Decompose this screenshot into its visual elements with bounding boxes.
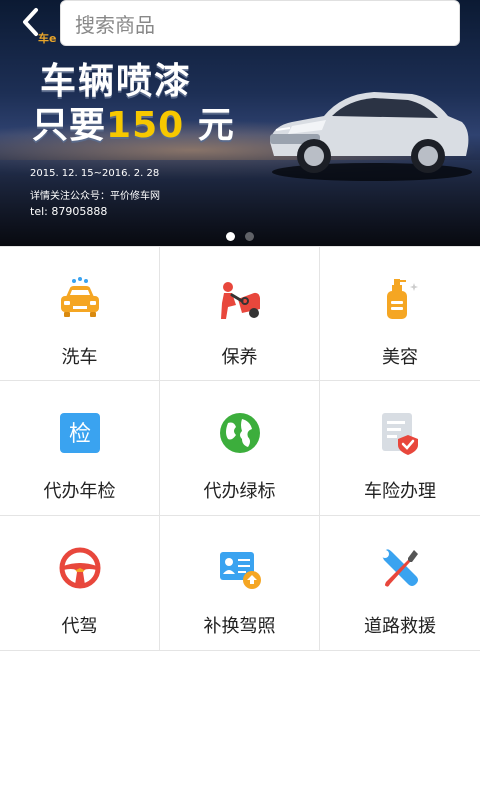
headline-suffix: 元	[184, 105, 235, 146]
service-label: 美容	[382, 347, 418, 368]
green-globe-icon	[219, 413, 260, 453]
service-maintenance[interactable]: 保养	[160, 247, 320, 380]
steering-wheel-icon	[59, 547, 100, 589]
license-card-icon	[219, 552, 261, 589]
service-beauty[interactable]: 美容	[320, 247, 480, 380]
service-road-rescue[interactable]: 道路救援	[320, 516, 480, 650]
headline-price: 150	[106, 105, 185, 146]
service-annual-inspection[interactable]: 检 代办年检	[0, 381, 160, 515]
headline-prefix: 只要	[32, 105, 107, 146]
wrench-screwdriver-icon	[381, 549, 418, 587]
car-image	[270, 92, 472, 181]
service-label: 车险办理	[364, 481, 436, 502]
service-label: 洗车	[61, 347, 98, 368]
carousel-dot-2[interactable]	[245, 232, 254, 241]
service-green-label[interactable]: 代办绿标	[160, 381, 320, 515]
inspection-icon-glyph: 检	[68, 422, 90, 447]
carousel-indicator	[0, 226, 480, 245]
insurance-doc-icon	[382, 413, 418, 455]
service-insurance[interactable]: 车险办理	[320, 381, 480, 515]
service-label: 补换驾照	[203, 616, 276, 637]
app-screen: 车e 车辆喷漆 只要150 元 2015. 12. 15~2016. 2. 28…	[0, 0, 480, 800]
car-wash-icon	[60, 277, 99, 317]
promo-tel: tel: 87905888	[30, 205, 108, 218]
back-arrow-icon[interactable]	[14, 4, 50, 40]
search-placeholder: 搜索商品	[75, 12, 155, 37]
service-row: 洗车 保养 美容	[0, 246, 480, 381]
service-grid: 洗车 保养 美容 检 代办年检 代办绿标 车险办理 代驾 补换驾照 道路救援	[0, 246, 480, 651]
service-label: 代办年检	[43, 481, 116, 502]
beauty-bottle-icon	[387, 279, 418, 319]
service-label: 代办绿标	[203, 481, 276, 502]
service-label: 保养	[221, 347, 258, 368]
promo-date-range: 2015. 12. 15~2016. 2. 28	[30, 168, 160, 179]
maintenance-icon	[220, 282, 260, 319]
service-row: 代驾 补换驾照 道路救援	[0, 516, 480, 651]
service-label: 道路救援	[364, 616, 436, 637]
annual-inspection-icon: 检	[59, 413, 100, 453]
search-input[interactable]: 搜索商品	[60, 0, 460, 46]
service-row: 检 代办年检 代办绿标 车险办理	[0, 381, 480, 516]
promo-follow-text: 详情关注公众号：平价修车网	[30, 191, 160, 202]
banner-headline-line2: 只要150 元	[32, 96, 235, 148]
service-car-wash[interactable]: 洗车	[0, 247, 160, 380]
service-license-renewal[interactable]: 补换驾照	[160, 516, 320, 650]
carousel-dot-1[interactable]	[226, 232, 235, 241]
service-designated-driver[interactable]: 代驾	[0, 516, 160, 650]
service-label: 代驾	[61, 616, 98, 637]
